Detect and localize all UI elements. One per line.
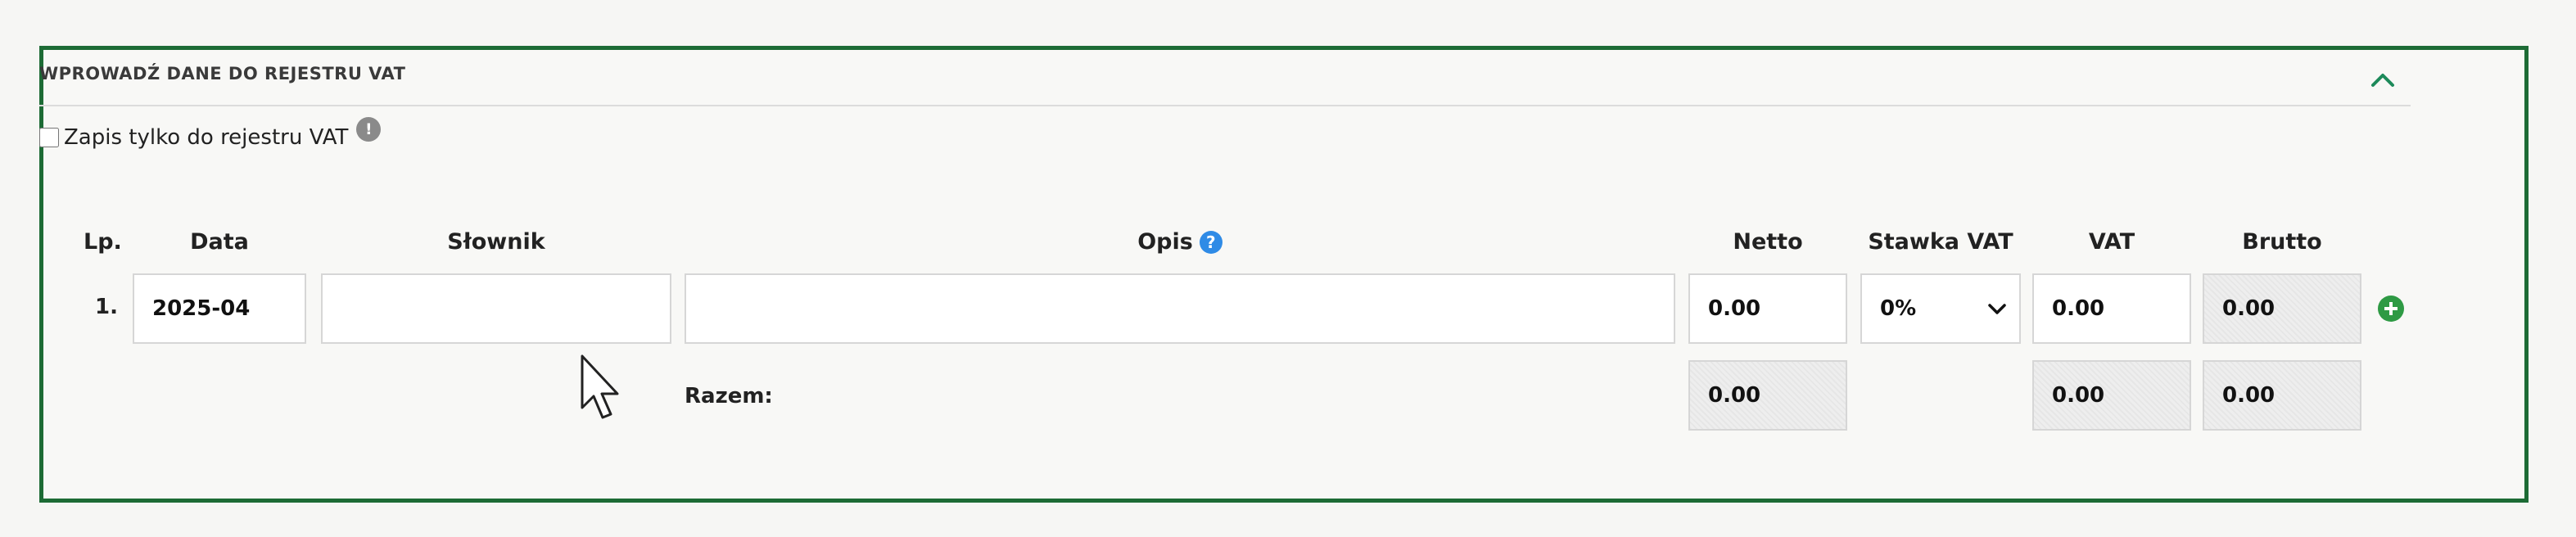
slownik-input[interactable] [321, 273, 671, 344]
column-header-vat: VAT [2088, 229, 2135, 255]
totals-label: Razem: [685, 384, 773, 408]
mouse-cursor-icon [581, 354, 619, 419]
total-vat-field: 0.00 [2032, 360, 2191, 431]
add-row-icon[interactable] [2378, 296, 2404, 322]
vat-rate-select[interactable]: 0% [1860, 273, 2021, 344]
column-header-opis: Opis? [685, 229, 1675, 255]
vat-only-option: Zapis tylko do rejestru VAT ! [39, 117, 382, 150]
help-icon[interactable]: ? [1199, 231, 1222, 254]
vat-only-checkbox[interactable] [39, 128, 59, 147]
column-header-netto: Netto [1733, 229, 1803, 255]
section-divider [39, 105, 2411, 106]
column-header-stawka: Stawka VAT [1868, 229, 2013, 255]
column-header-opis-label: Opis [1137, 229, 1193, 255]
column-header-brutto: Brutto [2242, 229, 2322, 255]
column-header-data: Data [190, 229, 249, 255]
brutto-field: 0.00 [2203, 273, 2361, 344]
netto-input[interactable]: 0.00 [1688, 273, 1847, 344]
section-title: WPROWADŹ DANE DO REJESTRU VAT [39, 64, 406, 83]
date-input[interactable]: 2025-04 [133, 273, 306, 344]
total-brutto-field: 0.00 [2203, 360, 2361, 431]
chevron-up-icon[interactable] [2366, 64, 2399, 97]
chevron-down-icon [1988, 304, 2006, 314]
column-header-lp: Lp. [84, 229, 122, 255]
row-lp: 1. [95, 295, 118, 319]
vat-input[interactable]: 0.00 [2032, 273, 2191, 344]
vat-only-label: Zapis tylko do rejestru VAT [64, 125, 349, 150]
total-netto-field: 0.00 [1688, 360, 1847, 431]
opis-input[interactable] [685, 273, 1675, 344]
vat-rate-value: 0% [1880, 296, 1917, 321]
column-header-slownik: Słownik [447, 229, 545, 255]
info-icon[interactable]: ! [356, 117, 382, 142]
